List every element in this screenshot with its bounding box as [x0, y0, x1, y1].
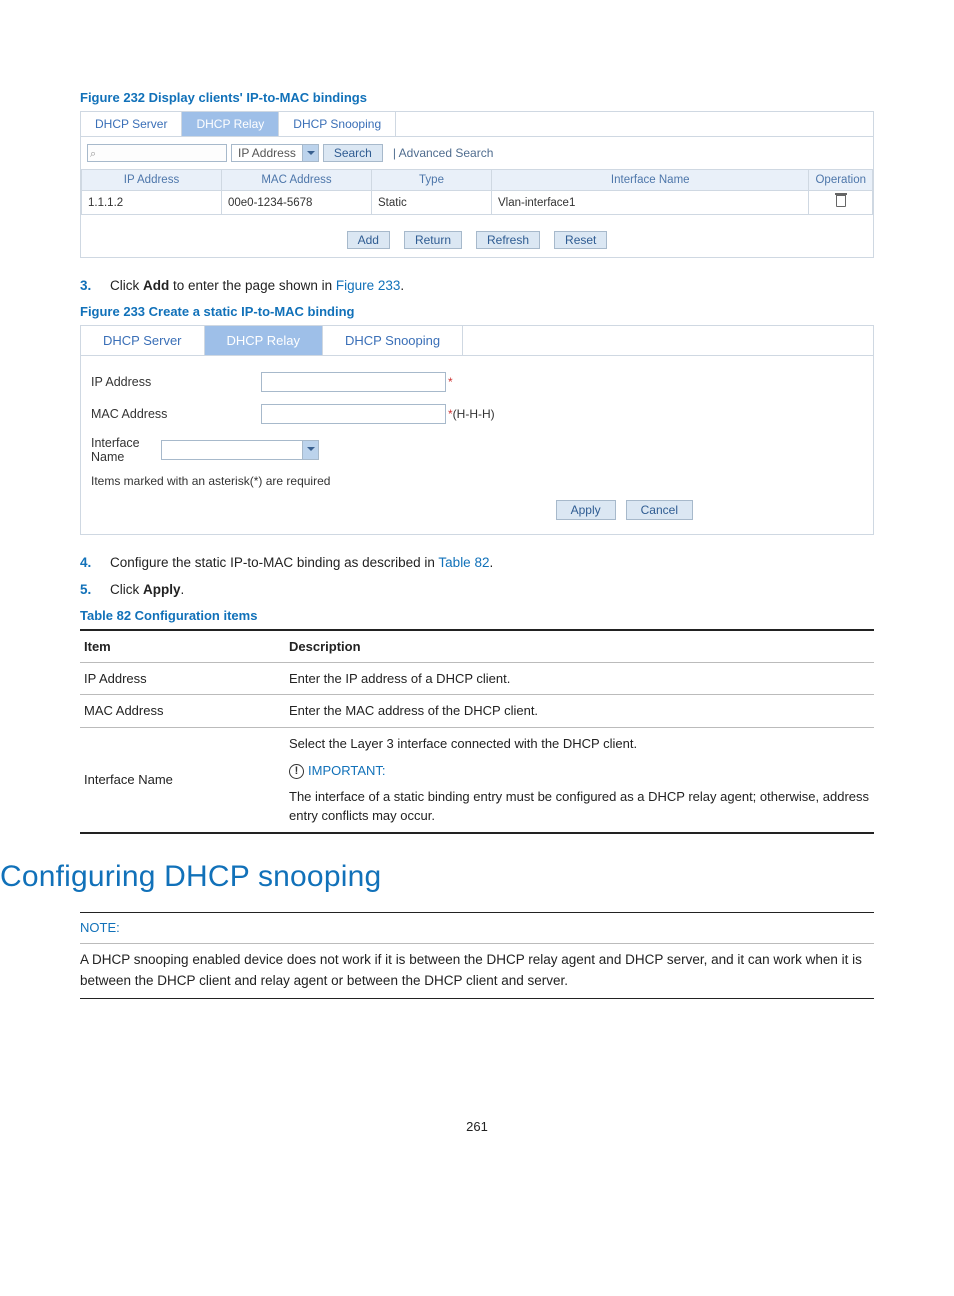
step-3-bold: Add — [143, 278, 169, 293]
search-row: ⌕ IP Address Search | Advanced Search — [81, 137, 873, 169]
important-label: IMPORTANT: — [308, 761, 386, 781]
col-mac: MAC Address — [222, 170, 372, 191]
refresh-button[interactable]: Refresh — [476, 231, 540, 249]
important-callout: ! IMPORTANT: — [289, 761, 870, 781]
item-ip: IP Address — [80, 662, 285, 695]
step-5-prefix: Click — [110, 582, 143, 597]
col-description: Description — [285, 630, 874, 663]
step-3: 3. Click Add to enter the page shown in … — [80, 276, 874, 296]
figure-233-actions: Apply Cancel — [81, 490, 873, 530]
col-ip: IP Address — [82, 170, 222, 191]
tab-dhcp-snooping-2[interactable]: DHCP Snooping — [323, 326, 463, 355]
col-item: Item — [80, 630, 285, 663]
table-row: MAC Address Enter the MAC address of the… — [80, 695, 874, 728]
step-3-prefix: Click — [110, 278, 143, 293]
cancel-button[interactable]: Cancel — [626, 500, 693, 520]
search-input[interactable]: ⌕ — [87, 144, 227, 162]
step-5: 5. Click Apply. — [80, 580, 874, 600]
col-iface: Interface Name — [492, 170, 809, 191]
figure-232-caption: Figure 232 Display clients' IP-to-MAC bi… — [80, 90, 874, 105]
interface-name-label: Interface Name — [91, 436, 161, 464]
step-4-link[interactable]: Table 82 — [438, 555, 489, 570]
step-5-suffix: . — [181, 582, 185, 597]
mac-address-field[interactable] — [261, 404, 446, 424]
form-row-iface: Interface Name — [81, 430, 873, 470]
required-note: Items marked with an asterisk(*) are req… — [81, 470, 873, 490]
desc-iface-1: Select the Layer 3 interface connected w… — [289, 734, 870, 754]
step-4-prefix: Configure the static IP-to-MAC binding a… — [110, 555, 438, 570]
figure-232-tabs: DHCP Server DHCP Relay DHCP Snooping — [81, 112, 873, 137]
search-field-label: IP Address — [232, 146, 302, 160]
step-3-link[interactable]: Figure 233 — [336, 278, 401, 293]
step-4-suffix: . — [489, 555, 493, 570]
step-4-number: 4. — [80, 553, 110, 573]
form-row-ip: IP Address * — [81, 366, 873, 398]
note-head: NOTE: — [80, 912, 874, 944]
ip-required-hint: * — [448, 375, 453, 389]
cell-mac: 00e0-1234-5678 — [222, 191, 372, 215]
mac-address-label: MAC Address — [91, 407, 261, 421]
table-row: Interface Name Select the Layer 3 interf… — [80, 727, 874, 833]
desc-iface-2: The interface of a static binding entry … — [289, 787, 870, 826]
step-3-number: 3. — [80, 276, 110, 296]
note-box: NOTE: A DHCP snooping enabled device doe… — [80, 912, 874, 999]
trash-icon[interactable] — [836, 195, 846, 207]
tab-dhcp-server-2[interactable]: DHCP Server — [81, 326, 205, 355]
table-82: Item Description IP Address Enter the IP… — [80, 629, 874, 834]
search-button[interactable]: Search — [323, 144, 383, 162]
figure-232-screenshot: DHCP Server DHCP Relay DHCP Snooping ⌕ I… — [80, 111, 874, 258]
tab-dhcp-relay[interactable]: DHCP Relay — [182, 112, 279, 136]
chevron-down-icon — [302, 441, 318, 459]
chevron-down-icon — [302, 145, 318, 161]
tab-dhcp-snooping[interactable]: DHCP Snooping — [279, 112, 396, 136]
advanced-search-link[interactable]: | Advanced Search — [387, 146, 494, 160]
table-row: 1.1.1.2 00e0-1234-5678 Static Vlan-inter… — [82, 191, 873, 215]
ip-address-field[interactable] — [261, 372, 446, 392]
col-type: Type — [372, 170, 492, 191]
search-icon: ⌕ — [90, 148, 96, 160]
section-heading: Configuring DHCP snooping — [0, 860, 874, 894]
reset-button[interactable]: Reset — [554, 231, 607, 249]
desc-ip: Enter the IP address of a DHCP client. — [285, 662, 874, 695]
step-3-mid: to enter the page shown in — [169, 278, 336, 293]
step-5-number: 5. — [80, 580, 110, 600]
table-82-caption: Table 82 Configuration items — [80, 608, 874, 623]
apply-button[interactable]: Apply — [556, 500, 616, 520]
page-number: 261 — [80, 1119, 874, 1134]
cell-ip: 1.1.1.2 — [82, 191, 222, 215]
bindings-table: IP Address MAC Address Type Interface Na… — [81, 169, 873, 215]
form-row-mac: MAC Address *(H-H-H) — [81, 398, 873, 430]
col-op: Operation — [809, 170, 873, 191]
step-3-suffix: . — [400, 278, 404, 293]
figure-232-actions: Add Return Refresh Reset — [81, 215, 873, 257]
add-button[interactable]: Add — [347, 231, 390, 249]
table-row: IP Address Enter the IP address of a DHC… — [80, 662, 874, 695]
note-body: A DHCP snooping enabled device does not … — [80, 944, 874, 999]
search-field-select[interactable]: IP Address — [231, 144, 319, 162]
figure-233-tabs: DHCP Server DHCP Relay DHCP Snooping — [81, 326, 873, 356]
ip-address-label: IP Address — [91, 375, 261, 389]
mac-hint: *(H-H-H) — [448, 407, 495, 421]
interface-name-select[interactable] — [161, 440, 319, 460]
return-button[interactable]: Return — [404, 231, 462, 249]
important-icon: ! — [289, 764, 304, 779]
tab-dhcp-relay-2[interactable]: DHCP Relay — [205, 326, 323, 355]
step-5-bold: Apply — [143, 582, 181, 597]
figure-233-screenshot: DHCP Server DHCP Relay DHCP Snooping IP … — [80, 325, 874, 535]
cell-iface: Vlan-interface1 — [492, 191, 809, 215]
item-iface: Interface Name — [80, 727, 285, 833]
cell-type: Static — [372, 191, 492, 215]
figure-233-caption: Figure 233 Create a static IP-to-MAC bin… — [80, 304, 874, 319]
item-mac: MAC Address — [80, 695, 285, 728]
step-4: 4. Configure the static IP-to-MAC bindin… — [80, 553, 874, 573]
tab-dhcp-server[interactable]: DHCP Server — [81, 112, 182, 136]
desc-mac: Enter the MAC address of the DHCP client… — [285, 695, 874, 728]
